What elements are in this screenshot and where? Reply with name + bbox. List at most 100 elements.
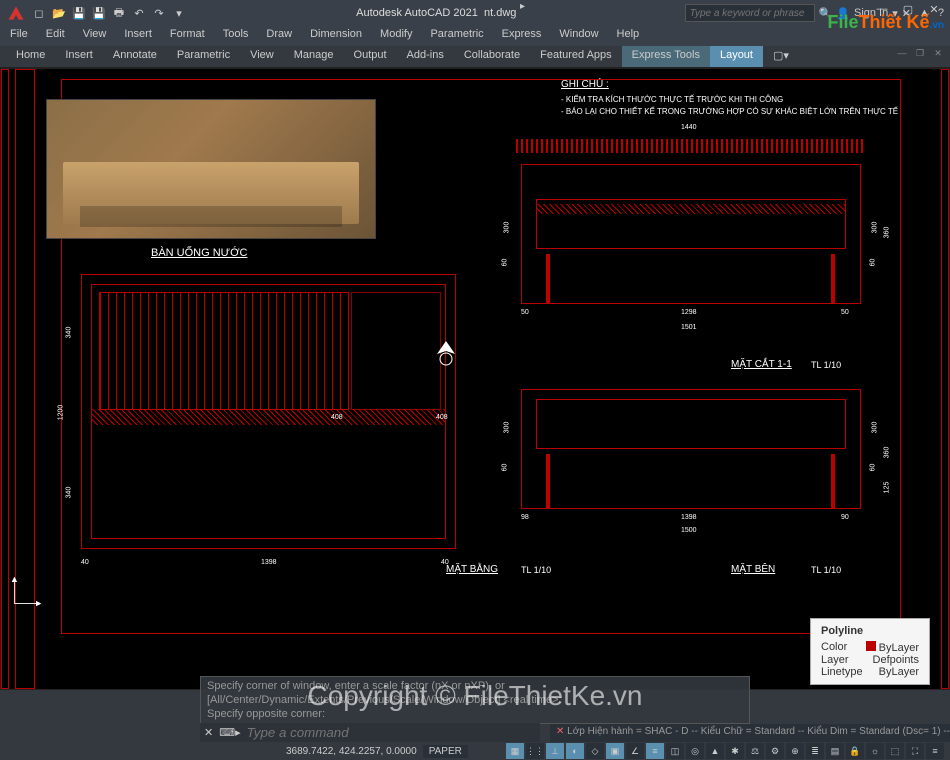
side-body bbox=[536, 399, 846, 449]
sb-clean-icon[interactable]: ⛶ bbox=[906, 743, 924, 759]
sb-hw-icon[interactable]: ⬚ bbox=[886, 743, 904, 759]
tab-annotate[interactable]: Annotate bbox=[103, 46, 167, 67]
menu-insert[interactable]: Insert bbox=[120, 26, 156, 46]
command-line[interactable]: Specify corner of window, enter a scale … bbox=[200, 676, 750, 724]
note-1: - KIỂM TRA KÍCH THƯỚC THỰC TẾ TRƯỚC KHI … bbox=[561, 95, 783, 104]
menu-modify[interactable]: Modify bbox=[376, 26, 416, 46]
sb-transparency-icon[interactable]: ◫ bbox=[666, 743, 684, 759]
qat-dropdown-icon[interactable]: ▾ bbox=[170, 4, 188, 22]
section-label: MẶT CẮT 1-1 bbox=[731, 359, 792, 370]
tab-layout[interactable]: Layout bbox=[710, 46, 763, 67]
menu-edit[interactable]: Edit bbox=[42, 26, 69, 46]
menu-tools[interactable]: Tools bbox=[219, 26, 253, 46]
section-leg1 bbox=[546, 254, 550, 304]
doc-restore-button[interactable]: ❐ bbox=[912, 46, 928, 60]
photo-caption: BÀN UỐNG NƯỚC bbox=[151, 247, 247, 259]
tab-view[interactable]: View bbox=[240, 46, 284, 67]
menubar: File Edit View Insert Format Tools Draw … bbox=[0, 26, 950, 46]
sb-scale-icon[interactable]: ⚖ bbox=[746, 743, 764, 759]
sec-dim-h1: 300 bbox=[503, 222, 510, 234]
sec-dim-wi: 1298 bbox=[681, 309, 697, 316]
sec-dim-h4: 60 bbox=[869, 259, 876, 267]
tab-parametric[interactable]: Parametric bbox=[167, 46, 240, 67]
plan-dim-w: 1398 bbox=[261, 559, 277, 566]
tab-collaborate[interactable]: Collaborate bbox=[454, 46, 530, 67]
sb-ws-icon[interactable]: ⚙ bbox=[766, 743, 784, 759]
qat-plot-icon[interactable]: 🖶 bbox=[110, 4, 128, 22]
plan-scale: TL 1/10 bbox=[521, 565, 551, 575]
command-input[interactable] bbox=[247, 725, 536, 740]
sec-dim-top: 1440 bbox=[681, 124, 697, 131]
ribbon-toggle-icon[interactable]: ▢▾ bbox=[763, 46, 799, 67]
tab-featured[interactable]: Featured Apps bbox=[530, 46, 622, 67]
tab-insert[interactable]: Insert bbox=[55, 46, 103, 67]
quick-access-toolbar: ◻ 📂 💾 💾 🖶 ↶ ↷ ▾ bbox=[30, 4, 188, 22]
reference-photo bbox=[46, 99, 376, 239]
plan-slats bbox=[99, 292, 349, 410]
doc-minimize-button[interactable]: — bbox=[894, 46, 910, 60]
sb-units-icon[interactable]: ≣ bbox=[806, 743, 824, 759]
qat-redo-icon[interactable]: ↷ bbox=[150, 4, 168, 22]
ucs-icon bbox=[9, 573, 45, 609]
sb-annoauto-icon[interactable]: ✱ bbox=[726, 743, 744, 759]
qat-undo-icon[interactable]: ↶ bbox=[130, 4, 148, 22]
section-top-detail bbox=[516, 139, 866, 153]
menu-file[interactable]: File bbox=[6, 26, 32, 46]
drawing-canvas[interactable]: BÀN UỐNG NƯỚC GHI CHÚ : - KIỂM TRA KÍCH … bbox=[0, 68, 950, 690]
sec-dim-we2: 50 bbox=[841, 309, 849, 316]
sec-dim-we: 50 bbox=[521, 309, 529, 316]
menu-help[interactable]: Help bbox=[613, 26, 644, 46]
tab-output[interactable]: Output bbox=[344, 46, 397, 67]
space-toggle[interactable]: PAPER bbox=[423, 745, 468, 758]
side-leg2 bbox=[831, 454, 835, 509]
section-marker-icon bbox=[431, 339, 461, 369]
doc-close-button[interactable]: ✕ bbox=[930, 46, 946, 60]
menu-view[interactable]: View bbox=[79, 26, 111, 46]
menu-parametric[interactable]: Parametric bbox=[426, 26, 487, 46]
share-marker-icon[interactable]: ▸ bbox=[520, 1, 525, 12]
statusbar: 3689.7422, 424.2257, 0.0000 PAPER ▦ ⋮⋮ ⊥… bbox=[0, 742, 950, 760]
sb-grid-icon[interactable]: ▦ bbox=[506, 743, 524, 759]
sb-isolate-icon[interactable]: ☼ bbox=[866, 743, 884, 759]
tab-addins[interactable]: Add-ins bbox=[397, 46, 454, 67]
menu-express[interactable]: Express bbox=[498, 26, 546, 46]
sb-polar-icon[interactable]: ◐ bbox=[566, 743, 584, 759]
side-label: MẶT BÊN bbox=[731, 564, 775, 575]
qat-saveas-icon[interactable]: 💾 bbox=[90, 4, 108, 22]
side-leg1 bbox=[546, 454, 550, 509]
cmd-history-1: Specify corner of window, enter a scale … bbox=[207, 679, 743, 693]
qat-save-icon[interactable]: 💾 bbox=[70, 4, 88, 22]
sb-snap-icon[interactable]: ⋮⋮ bbox=[526, 743, 544, 759]
tab-home[interactable]: Home bbox=[6, 46, 55, 67]
plan-label: MẶT BẰNG bbox=[446, 564, 498, 575]
tab-manage[interactable]: Manage bbox=[284, 46, 344, 67]
side-scale: TL 1/10 bbox=[811, 565, 841, 575]
menu-format[interactable]: Format bbox=[166, 26, 209, 46]
qat-new-icon[interactable]: ◻ bbox=[30, 4, 48, 22]
tab-express[interactable]: Express Tools bbox=[622, 46, 710, 67]
sb-monitor-icon[interactable]: ⊕ bbox=[786, 743, 804, 759]
menu-window[interactable]: Window bbox=[555, 26, 602, 46]
sb-otrack-icon[interactable]: ∠ bbox=[626, 743, 644, 759]
sb-ortho-icon[interactable]: ⊥ bbox=[546, 743, 564, 759]
sb-iso-icon[interactable]: ◇ bbox=[586, 743, 604, 759]
qat-open-icon[interactable]: 📂 bbox=[50, 4, 68, 22]
side-dim-h2: 60 bbox=[501, 464, 508, 472]
sec-dim-wt: 1501 bbox=[681, 324, 697, 331]
side-dim-we: 98 bbox=[521, 514, 529, 521]
menu-draw[interactable]: Draw bbox=[262, 26, 296, 46]
doc-window-controls: — ❐ ✕ bbox=[894, 46, 946, 60]
sb-annoscale-icon[interactable]: ▲ bbox=[706, 743, 724, 759]
plan-dim-i1: 408 bbox=[331, 414, 343, 421]
sb-lwt-icon[interactable]: ≡ bbox=[646, 743, 664, 759]
cmd-close-icon[interactable]: ✕ bbox=[204, 726, 213, 739]
entity-tooltip: Polyline ColorByLayer LayerDefpoints Lin… bbox=[810, 618, 930, 685]
sb-osnap-icon[interactable]: ▣ bbox=[606, 743, 624, 759]
sb-customize-icon[interactable]: ≡ bbox=[926, 743, 944, 759]
sb-qp-icon[interactable]: ▤ bbox=[826, 743, 844, 759]
command-input-bar: ✕ ⌨▸ bbox=[200, 723, 540, 742]
sb-lock-icon[interactable]: 🔒 bbox=[846, 743, 864, 759]
menu-dimension[interactable]: Dimension bbox=[306, 26, 366, 46]
sb-cycle-icon[interactable]: ◎ bbox=[686, 743, 704, 759]
help-search-input[interactable] bbox=[685, 4, 815, 22]
